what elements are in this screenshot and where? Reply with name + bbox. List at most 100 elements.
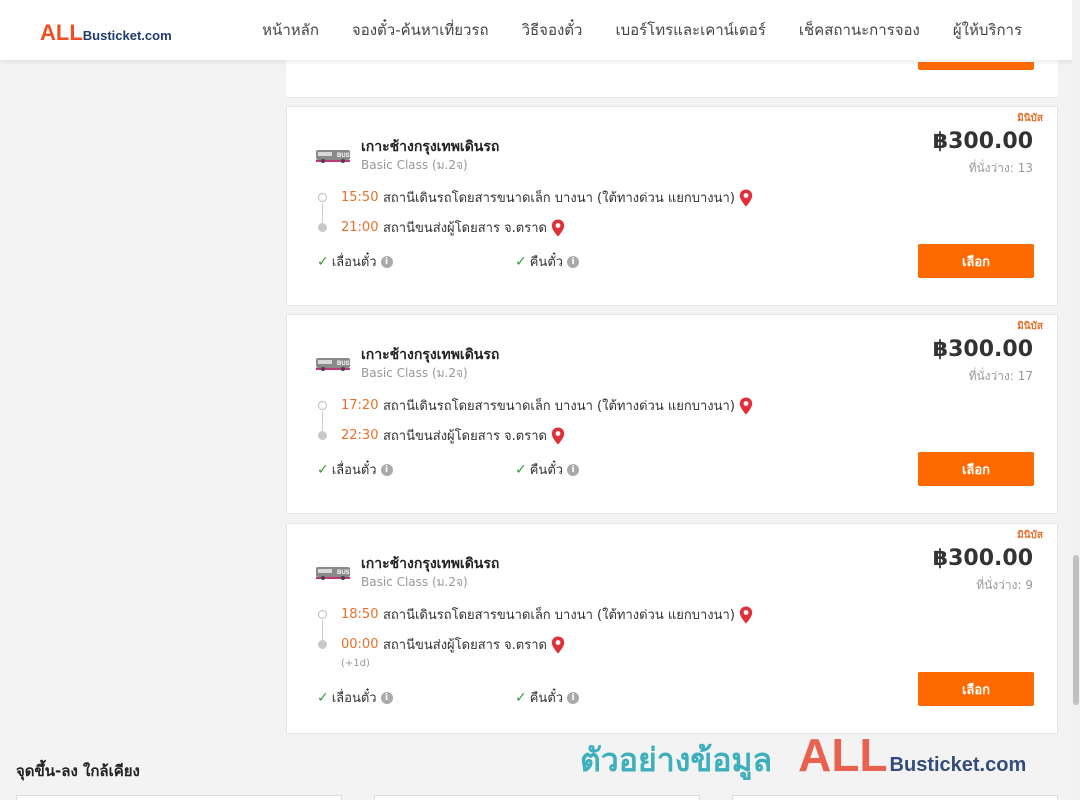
operator-name: เกาะช้างกรุงเทพเดินรถ xyxy=(361,139,500,155)
vehicle-type-badge: มินิบัส xyxy=(1017,321,1043,332)
logo-suffix: Busticket.com xyxy=(82,28,172,43)
map-pin-icon[interactable] xyxy=(551,219,565,237)
timeline-departure-dot xyxy=(318,193,327,202)
check-icon: ✓ xyxy=(317,689,329,706)
departure-time: 18:50 xyxy=(341,607,379,622)
departure-time: 15:50 xyxy=(341,190,379,205)
operator-logo-icon: BUS xyxy=(316,150,350,163)
nav-home[interactable]: หน้าหลัก xyxy=(262,18,319,42)
select-trip-button[interactable]: เลือก xyxy=(918,672,1034,706)
watermark-text: ตัวอย่างข้อมูล xyxy=(580,741,773,779)
nav-check-status[interactable]: เช็คสถานะการจอง xyxy=(799,18,920,42)
nav-book-search[interactable]: จองตั๋ว-ค้นหาเที่ยวรถ xyxy=(352,18,489,42)
vehicle-type-badge: มินิบัส xyxy=(1017,113,1043,124)
check-icon: ✓ xyxy=(317,253,329,270)
watermark-logo-suffix: Busticket.com xyxy=(889,754,1027,776)
info-icon[interactable]: i xyxy=(567,255,580,268)
site-header: ALL Busticket.com หน้าหลัก จองตั๋ว-ค้นหา… xyxy=(0,0,1080,60)
operator-name: เกาะช้างกรุงเทพเดินรถ xyxy=(361,556,500,572)
arrival-station: สถานีขนส่งผู้โดยสาร จ.ตราด xyxy=(383,429,547,444)
feature-reschedule: ✓ เลื่อนตั๋ว i xyxy=(317,251,393,272)
operator-name: เกาะช้างกรุงเทพเดินรถ xyxy=(361,347,500,363)
map-pin-icon[interactable] xyxy=(551,636,565,654)
trip-card: มินิบัส BUS เกาะช้างกรุงเทพเดินรถ Basic … xyxy=(286,106,1058,306)
select-trip-button[interactable]: เลือก xyxy=(918,452,1034,486)
arrival-time: 22:30 xyxy=(341,428,379,443)
check-icon: ✓ xyxy=(317,461,329,478)
arrival-station: สถานีขนส่งผู้โดยสาร จ.ตราด xyxy=(383,221,547,236)
next-day-indicator: (+1d) xyxy=(341,658,370,669)
vehicle-type-badge: มินิบัส xyxy=(1017,530,1043,541)
feature-label: เลื่อนตั๋ว xyxy=(331,691,377,706)
info-icon[interactable]: i xyxy=(380,691,393,704)
nav-operators[interactable]: ผู้ให้บริการ xyxy=(953,18,1022,42)
bus-class: Basic Class (ม.2จ) xyxy=(361,575,468,589)
nearby-stop-card[interactable] xyxy=(732,795,1058,800)
arrival-time: 00:00 xyxy=(341,637,379,652)
map-pin-icon[interactable] xyxy=(739,397,753,415)
select-trip-button[interactable]: เลือก xyxy=(918,244,1034,278)
timeline-line xyxy=(322,620,323,640)
svg-text:BUS: BUS xyxy=(337,361,350,367)
operator-logo-icon: BUS xyxy=(316,567,350,580)
timeline-departure-dot xyxy=(318,610,327,619)
departure-time: 17:20 xyxy=(341,398,379,413)
check-icon: ✓ xyxy=(515,253,527,270)
info-icon[interactable]: i xyxy=(380,255,393,268)
map-pin-icon[interactable] xyxy=(551,427,565,445)
feature-label: เลื่อนตั๋ว xyxy=(331,463,377,478)
map-pin-icon[interactable] xyxy=(739,606,753,624)
timeline-departure-dot xyxy=(318,401,327,410)
logo-prefix: ALL xyxy=(40,20,83,45)
departure-row: 15:50 สถานีเดินรถโดยสารขนาดเล็ก บางนา (ใ… xyxy=(341,187,753,208)
seats-available: ที่นั่งว่าง: 9 xyxy=(976,578,1033,592)
nearby-stop-card[interactable] xyxy=(16,795,342,800)
nearby-stop-card[interactable] xyxy=(374,795,700,800)
timeline-arrival-dot xyxy=(318,223,327,232)
scrollbar-thumb[interactable] xyxy=(1073,555,1079,705)
map-pin-icon[interactable] xyxy=(739,189,753,207)
nav-how-to-book[interactable]: วิธีจองตั๋ว xyxy=(522,18,583,42)
arrival-row: 22:30 สถานีขนส่งผู้โดยสาร จ.ตราด xyxy=(341,425,565,446)
watermark-logo-prefix: ALL xyxy=(798,729,888,781)
info-icon[interactable]: i xyxy=(567,691,580,704)
bus-class: Basic Class (ม.2จ) xyxy=(361,366,468,380)
seats-available: ที่นั่งว่าง: 17 xyxy=(968,369,1033,383)
arrival-row: 00:00 สถานีขนส่งผู้โดยสาร จ.ตราด xyxy=(341,634,565,655)
feature-label: คืนตั๋ว xyxy=(529,463,564,478)
timeline-arrival-dot xyxy=(318,431,327,440)
seats-available: ที่นั่งว่าง: 13 xyxy=(968,161,1033,175)
trip-price: ฿300.00 xyxy=(932,546,1033,571)
feature-refund: ✓ คืนตั๋ว i xyxy=(515,251,580,272)
departure-station: สถานีเดินรถโดยสารขนาดเล็ก บางนา (ใต้ทางด… xyxy=(383,399,735,414)
bus-class: Basic Class (ม.2จ) xyxy=(361,158,468,172)
check-icon: ✓ xyxy=(515,461,527,478)
arrival-time: 21:00 xyxy=(341,220,379,235)
info-icon[interactable]: i xyxy=(380,463,393,476)
svg-text:BUS: BUS xyxy=(337,570,350,576)
nearby-stops-title: จุดขึ้น-ลง ใกล้เคียง xyxy=(16,762,140,780)
trip-card: มินิบัส BUS เกาะช้างกรุงเทพเดินรถ Basic … xyxy=(286,523,1058,734)
operator-logo-icon: BUS xyxy=(316,358,350,371)
feature-reschedule: ✓ เลื่อนตั๋ว i xyxy=(317,459,393,480)
arrival-row: 21:00 สถานีขนส่งผู้โดยสาร จ.ตราด xyxy=(341,217,565,238)
nav-phone-counters[interactable]: เบอร์โทรและเคาน์เตอร์ xyxy=(615,18,765,42)
departure-row: 18:50 สถานีเดินรถโดยสารขนาดเล็ก บางนา (ใ… xyxy=(341,604,753,625)
trip-price: ฿300.00 xyxy=(932,129,1033,154)
feature-refund: ✓ คืนตั๋ว i xyxy=(515,459,580,480)
feature-label: คืนตั๋ว xyxy=(529,691,564,706)
feature-label: คืนตั๋ว xyxy=(529,255,564,270)
site-logo[interactable]: ALL Busticket.com xyxy=(40,20,172,46)
info-icon[interactable]: i xyxy=(567,463,580,476)
trip-price: ฿300.00 xyxy=(932,337,1033,362)
sample-data-watermark: ตัวอย่างข้อมูล ALL Busticket.com xyxy=(580,728,1026,786)
page-scrollbar[interactable] xyxy=(1072,0,1080,800)
timeline-line xyxy=(322,203,323,223)
feature-label: เลื่อนตั๋ว xyxy=(331,255,377,270)
trip-card: มินิบัส BUS เกาะช้างกรุงเทพเดินรถ Basic … xyxy=(286,314,1058,514)
departure-row: 17:20 สถานีเดินรถโดยสารขนาดเล็ก บางนา (ใ… xyxy=(341,395,753,416)
timeline-arrival-dot xyxy=(318,640,327,649)
main-nav: หน้าหลัก จองตั๋ว-ค้นหาเที่ยวรถ วิธีจองตั… xyxy=(229,0,1022,60)
check-icon: ✓ xyxy=(515,689,527,706)
select-button-partial[interactable] xyxy=(918,62,1034,70)
